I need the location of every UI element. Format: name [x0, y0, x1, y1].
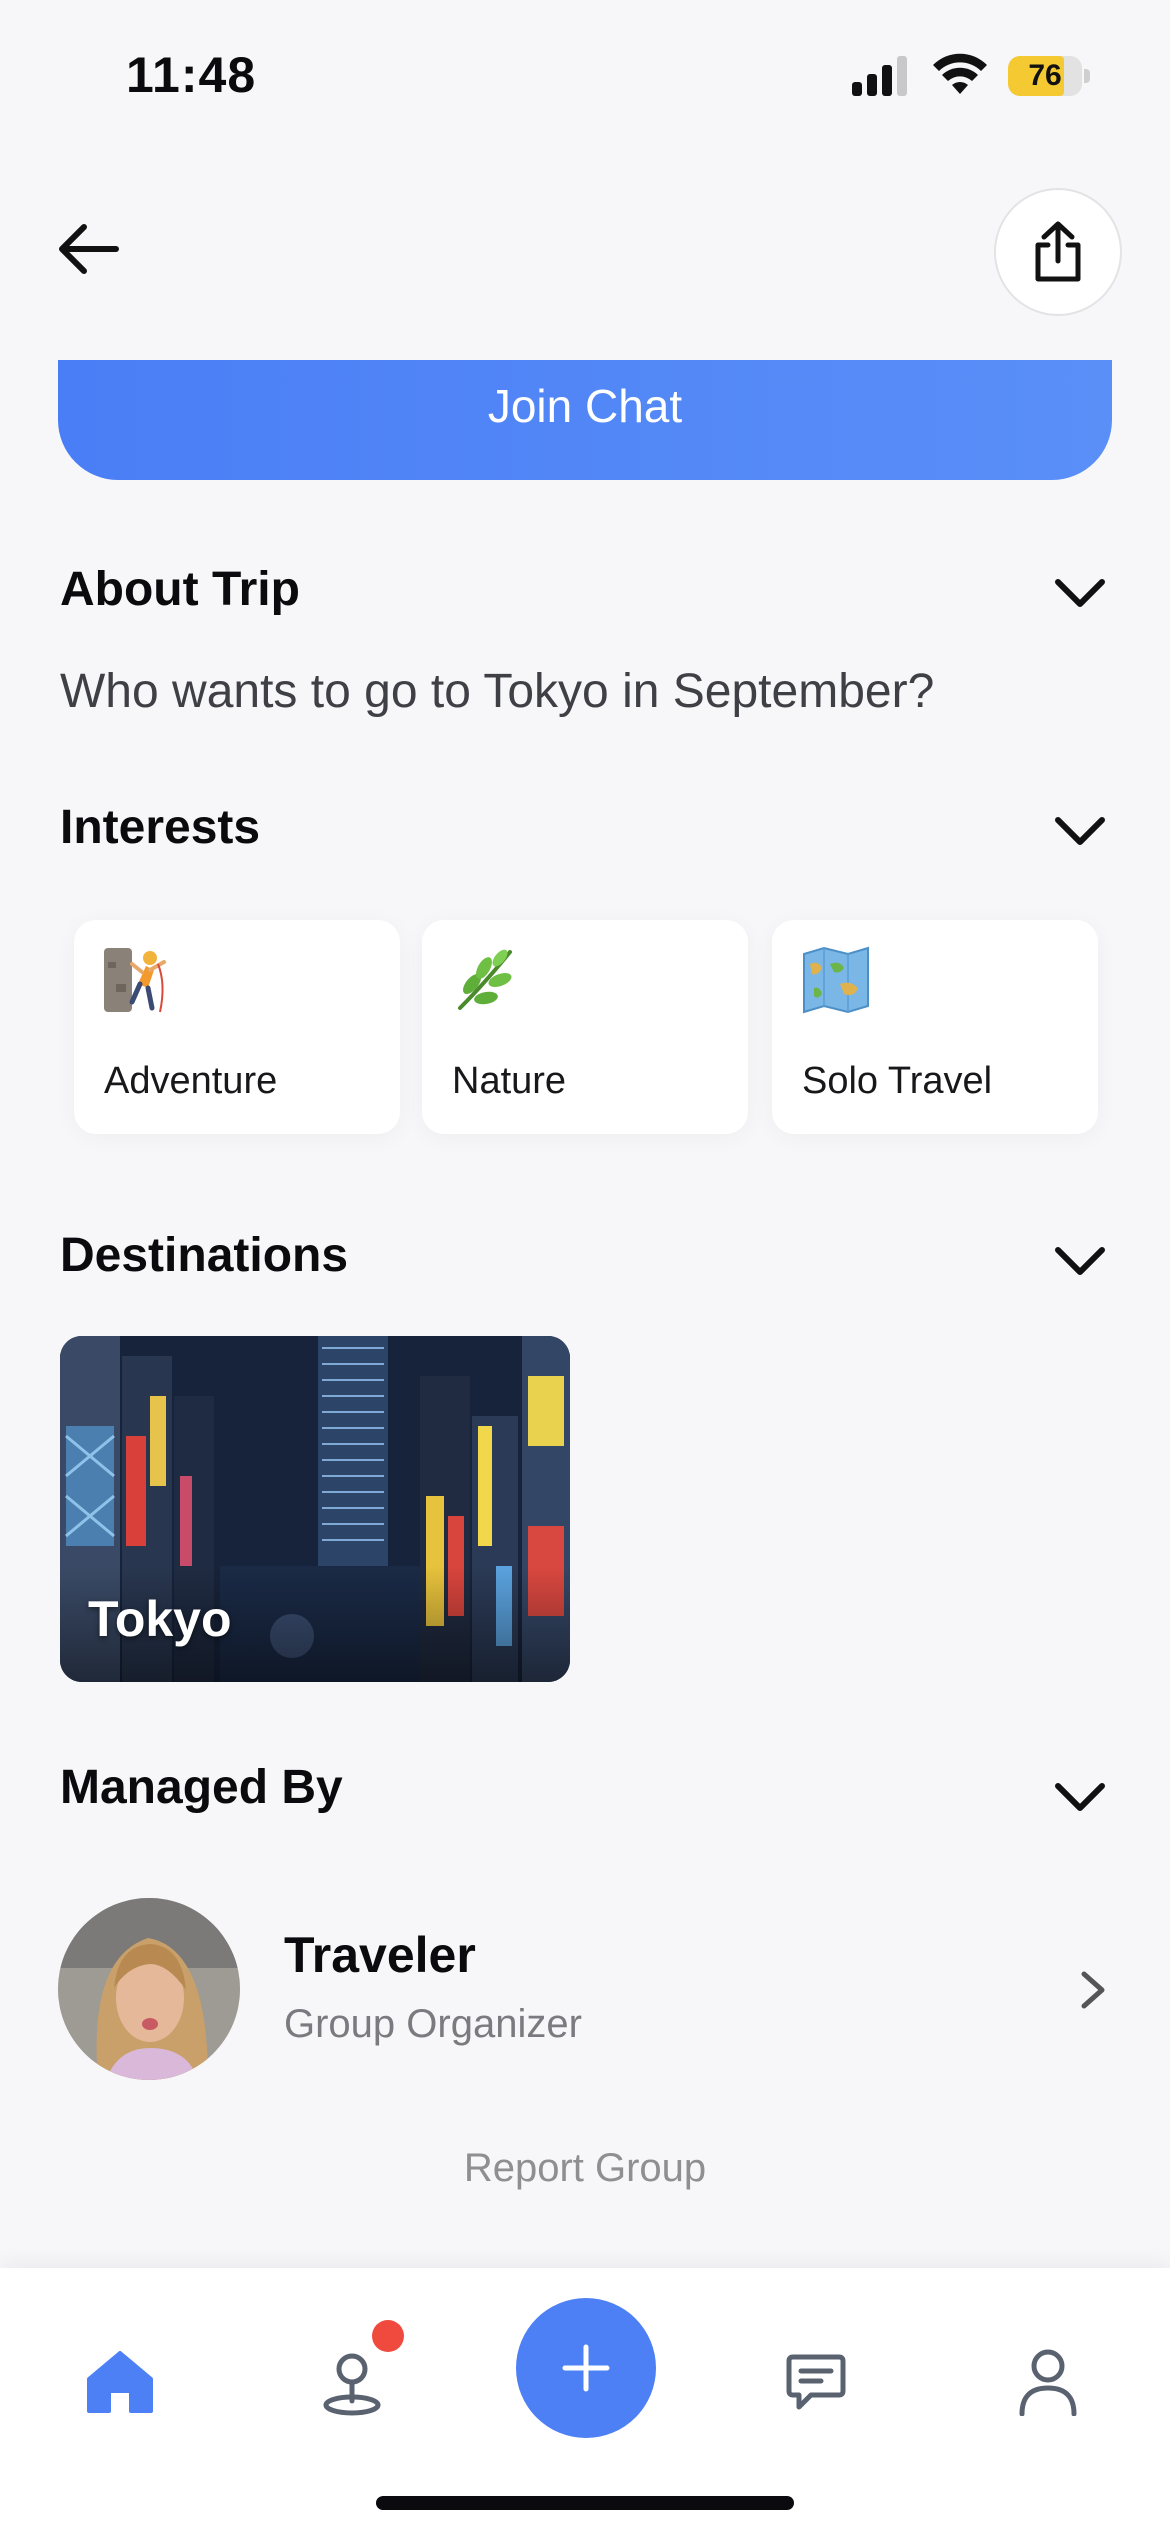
about-trip-description: Who wants to go to Tokyo in September?	[60, 665, 935, 718]
join-chat-button[interactable]: Join Chat	[58, 360, 1112, 480]
interest-card-solo-travel[interactable]: Solo Travel	[772, 920, 1098, 1134]
interest-label: Solo Travel	[802, 1060, 993, 1102]
organizer-row[interactable]: Traveler Group Organizer	[58, 1898, 1118, 2082]
map-pin-icon	[323, 2353, 381, 2416]
notification-dot	[372, 2320, 404, 2352]
interest-label: Nature	[452, 1060, 567, 1102]
interest-label: Adventure	[104, 1060, 278, 1102]
share-button[interactable]	[994, 188, 1122, 316]
person-climbing-icon	[104, 948, 166, 1013]
organizer-name: Traveler	[284, 1927, 476, 1983]
chevron-right-icon	[1081, 1971, 1105, 2009]
managed-by-title: Managed By	[60, 1761, 343, 1814]
status-bar: 11:48 76	[0, 0, 1170, 150]
add-button[interactable]	[516, 2298, 656, 2438]
avatar-photo	[58, 1898, 240, 2080]
status-time: 11:48	[126, 47, 257, 103]
tab-chat[interactable]	[766, 2332, 866, 2432]
managed-by-chevron-down-icon[interactable]	[1052, 1778, 1108, 1814]
home-indicator	[376, 2496, 794, 2510]
report-group-link[interactable]: Report Group	[0, 2146, 1170, 2191]
destination-card-tokyo[interactable]: Tokyo	[60, 1336, 570, 1682]
interest-card-adventure[interactable]: Adventure	[74, 920, 400, 1134]
profile-icon	[1019, 2349, 1077, 2416]
battery-icon: 76	[1008, 56, 1090, 96]
destination-label: Tokyo	[88, 1591, 232, 1647]
chat-icon	[786, 2354, 846, 2410]
interest-card-nature[interactable]: Nature	[422, 920, 748, 1134]
home-icon	[87, 2351, 153, 2413]
arrow-left-icon	[59, 224, 119, 274]
destinations-chevron-down-icon[interactable]	[1052, 1242, 1108, 1278]
destinations-title: Destinations	[60, 1229, 349, 1282]
herb-icon	[458, 949, 512, 1010]
share-icon	[1035, 221, 1081, 282]
cellular-signal-icon	[852, 56, 907, 96]
tab-bar	[0, 2268, 1170, 2532]
organizer-role: Group Organizer	[284, 2002, 582, 2046]
wifi-icon	[933, 53, 987, 94]
avatar[interactable]	[58, 1898, 240, 2080]
tab-profile[interactable]	[998, 2332, 1098, 2432]
about-trip-title: About Trip	[60, 563, 300, 616]
world-map-icon	[803, 946, 869, 1014]
interests-chevron-down-icon[interactable]	[1052, 812, 1108, 848]
tab-home[interactable]	[70, 2332, 170, 2432]
about-trip-chevron-down-icon[interactable]	[1052, 574, 1108, 610]
back-button[interactable]	[50, 214, 126, 284]
interests-title: Interests	[60, 801, 261, 854]
battery-level: 76	[1028, 59, 1062, 92]
add-icon	[562, 2344, 610, 2392]
